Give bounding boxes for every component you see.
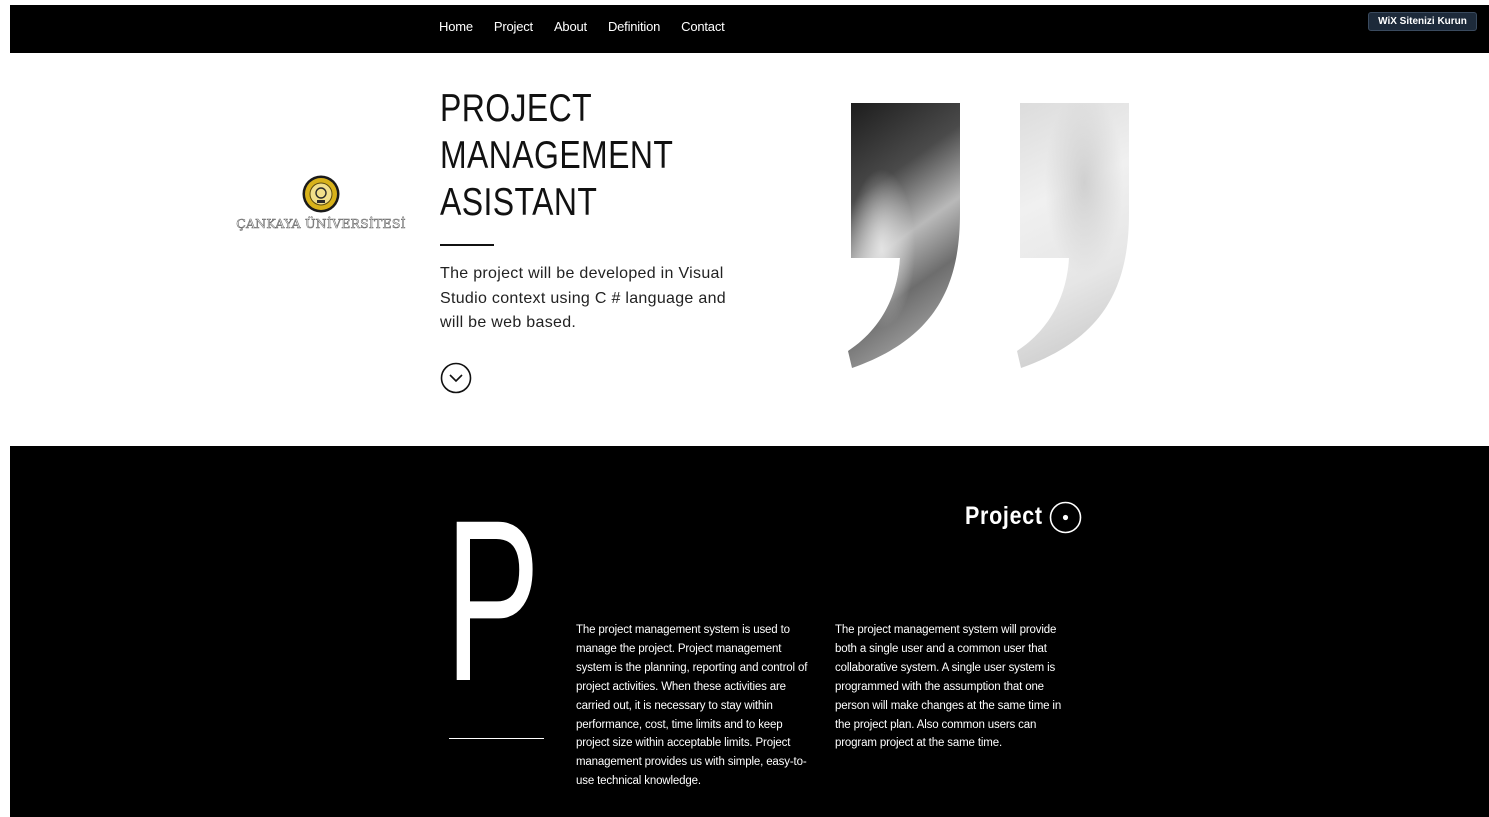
- nav-definition[interactable]: Definition: [608, 19, 660, 34]
- big-initial-letter: P: [445, 472, 541, 729]
- project-section: P Project The project management system …: [10, 446, 1489, 817]
- project-text-column-1: The project management system is used to…: [576, 624, 808, 788]
- hero-divider: [440, 244, 494, 246]
- dot-circle-icon[interactable]: [1049, 501, 1082, 534]
- top-nav-bar: Home Project About Definition Contact Wi…: [10, 5, 1489, 53]
- hero-title: PROJECT MANAGEMENT ASISTANT: [440, 87, 674, 224]
- hero-description: The project will be developed in Visual …: [440, 265, 726, 331]
- university-logo: ÇANKAYA ÜNİVERSİTESİ: [236, 174, 406, 236]
- letter-underline: [449, 738, 544, 739]
- section-title: Project: [965, 502, 1043, 530]
- project-text-column-2: The project management system will provi…: [835, 624, 1062, 750]
- nav-contact[interactable]: Contact: [681, 19, 725, 34]
- chevron-down-circle-icon[interactable]: [440, 362, 472, 394]
- nav-menu: Home Project About Definition Contact: [439, 19, 746, 34]
- wix-create-site-badge[interactable]: WiX Sitenizi Kurun: [1368, 12, 1477, 31]
- quote-marks-image: [848, 103, 1133, 371]
- university-seal-icon: [301, 174, 341, 214]
- university-name: ÇANKAYA ÜNİVERSİTESİ: [236, 216, 406, 232]
- page-edge: [0, 0, 10, 817]
- nav-home[interactable]: Home: [439, 19, 473, 34]
- nav-project[interactable]: Project: [494, 19, 533, 34]
- nav-about[interactable]: About: [554, 19, 587, 34]
